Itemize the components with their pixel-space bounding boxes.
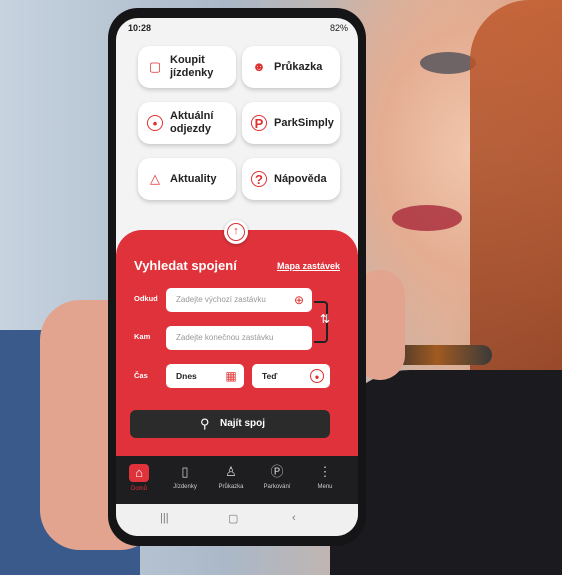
nav-home[interactable]: ⌂ Domů xyxy=(116,460,162,500)
nav-label: Domů xyxy=(130,486,147,492)
status-battery: 82% xyxy=(329,23,348,33)
search-icon: ⚲ xyxy=(200,416,210,431)
swap-icon[interactable]: ⇅ xyxy=(320,312,330,326)
status-bar: 10:28 82% xyxy=(116,18,358,38)
to-placeholder: Zadejte konečnou zastávku xyxy=(176,333,274,342)
tile-help[interactable]: ? Nápověda xyxy=(242,158,340,200)
find-connection-button[interactable]: ⚲ Najít spoj xyxy=(130,410,330,438)
time-value: Teď xyxy=(262,371,278,381)
nav-label: Jízdenky xyxy=(173,484,197,490)
home-button-icon[interactable]: ▢ xyxy=(228,512,238,525)
tile-label: Aktuální odjezdy xyxy=(170,110,214,135)
parking-icon: Ⓟ xyxy=(270,464,284,479)
tile-label: Nápověda xyxy=(274,172,327,185)
nav-label: Průkazka xyxy=(218,484,244,490)
system-nav-bar: ||| ▢ ‹ xyxy=(116,504,358,536)
help-icon: ? xyxy=(251,171,267,187)
tile-buy-tickets[interactable]: ▢ Koupit jízdenky xyxy=(138,46,236,88)
tile-parksimply[interactable]: P ParkSimply xyxy=(242,102,340,144)
stops-map-link[interactable]: Mapa zastávek xyxy=(277,261,340,271)
calendar-icon: ▦ xyxy=(225,369,237,383)
date-value: Dnes xyxy=(176,371,197,381)
back-icon[interactable]: ‹ xyxy=(292,512,296,524)
background-lips xyxy=(392,205,462,231)
tile-pass[interactable]: ☻ Průkazka xyxy=(242,46,340,88)
nav-parking[interactable]: Ⓟ Parkování xyxy=(254,460,300,500)
tile-departures[interactable]: • Aktuální odjezdy xyxy=(138,102,236,144)
tile-label: Průkazka xyxy=(274,60,323,73)
from-placeholder: Zadejte výchozí zastávku xyxy=(176,295,266,304)
clock-icon: • xyxy=(310,369,324,384)
from-label: Odkud xyxy=(134,294,158,303)
menu-dots-icon: ⋮ xyxy=(318,464,332,479)
arrow-up-icon: ↑ xyxy=(227,223,245,241)
nav-tickets[interactable]: ▯ Jízdenky xyxy=(162,460,208,500)
person-icon: ♙ xyxy=(225,464,237,479)
background-eye xyxy=(420,52,476,74)
search-title: Vyhledat spojení xyxy=(134,258,237,273)
to-label: Kam xyxy=(134,332,151,341)
tile-news[interactable]: △ Aktuality xyxy=(138,158,236,200)
parking-icon: P xyxy=(251,115,267,131)
bookmark-icon: ▢ xyxy=(148,59,162,74)
tile-label: ParkSimply xyxy=(274,116,334,129)
status-time: 10:28 xyxy=(128,23,152,33)
tile-label: Aktuality xyxy=(170,172,217,185)
locate-icon[interactable]: ⊕ xyxy=(292,293,306,307)
time-select[interactable]: Teď • xyxy=(252,364,330,388)
clock-icon: • xyxy=(147,115,163,131)
nav-menu[interactable]: ⋮ Menu xyxy=(302,460,348,500)
tile-label: Koupit jízdenky xyxy=(170,54,214,79)
time-label: Čas xyxy=(134,371,148,380)
date-select[interactable]: Dnes ▦ xyxy=(166,364,244,388)
person-icon: ☻ xyxy=(252,59,266,74)
bell-icon: △ xyxy=(150,171,160,186)
ticket-icon: ▯ xyxy=(181,464,189,479)
bottom-nav: ⌂ Domů ▯ Jízdenky ♙ Průkazka Ⓟ Parkování… xyxy=(116,456,358,504)
home-icon: ⌂ xyxy=(129,464,149,482)
nav-pass[interactable]: ♙ Průkazka xyxy=(208,460,254,500)
to-input[interactable]: Zadejte konečnou zastávku xyxy=(166,326,312,350)
nav-label: Menu xyxy=(317,484,333,490)
from-input[interactable]: Zadejte výchozí zastávku ⊕ xyxy=(166,288,312,312)
recents-icon[interactable]: ||| xyxy=(160,512,169,524)
app-screen: 10:28 82% ▢ Koupit jízdenky ☻ Průkazka •… xyxy=(116,18,358,536)
find-label: Najít spoj xyxy=(220,418,266,429)
expand-panel-button[interactable]: ↑ xyxy=(224,220,248,244)
nav-label: Parkování xyxy=(263,484,291,490)
